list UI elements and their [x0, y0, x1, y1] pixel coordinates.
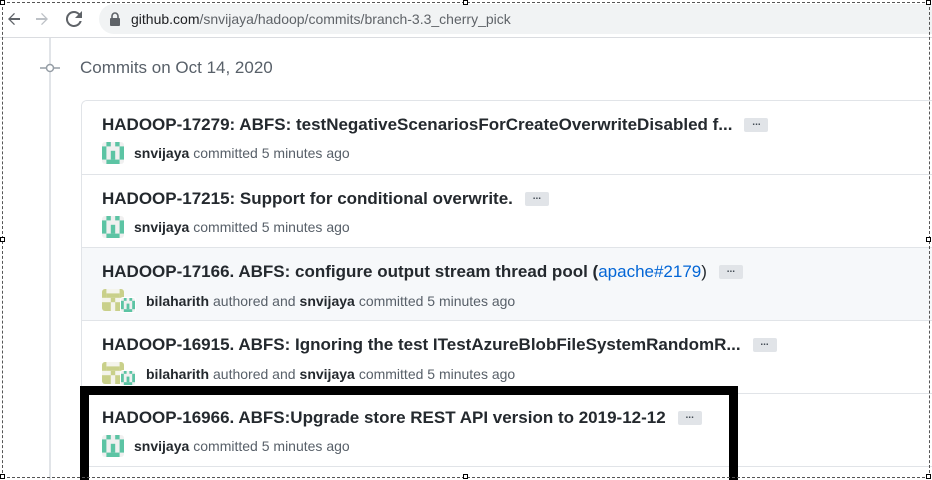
back-arrow-icon[interactable]	[4, 9, 24, 29]
commit-message-link[interactable]: HADOOP-17166. ABFS: configure output str…	[102, 262, 598, 282]
expand-description-button[interactable]: ...	[718, 265, 743, 279]
forward-arrow-icon[interactable]	[32, 9, 52, 29]
author-link[interactable]: bilaharith	[146, 293, 209, 309]
commit-message: HADOOP-17279: ABFS: testNegativeScenario…	[102, 115, 769, 135]
expand-description-button[interactable]: ...	[677, 411, 702, 425]
commit-message-link[interactable]: HADOOP-16966. ABFS:Upgrade store REST AP…	[102, 408, 666, 428]
resize-handle[interactable]	[0, 474, 5, 479]
resize-handle[interactable]	[926, 0, 931, 5]
url-host: github.com	[131, 11, 200, 27]
resize-handle[interactable]	[463, 474, 468, 479]
commit-meta: snvijaya committed 5 minutes ago	[102, 216, 354, 238]
resize-handle[interactable]	[926, 474, 931, 479]
commit-meta: snvijaya committed 5 minutes ago	[102, 435, 354, 457]
commit-item: HADOOP-17215: Support for conditional ov…	[82, 174, 932, 247]
commit-item: HADOOP-17166. ABFS: configure output str…	[82, 247, 932, 320]
commit-message: HADOOP-16966. ABFS:Upgrade store REST AP…	[102, 408, 702, 428]
commit-time: committed 5 minutes ago	[358, 293, 516, 309]
avatar[interactable]	[102, 216, 124, 238]
committer-link[interactable]: snvijaya	[300, 293, 355, 309]
avatar[interactable]	[102, 142, 124, 164]
commit-list: HADOOP-17279: ABFS: testNegativeScenario…	[81, 100, 932, 467]
avatar-stack	[102, 289, 136, 313]
expand-description-button[interactable]: ...	[524, 192, 549, 206]
address-bar[interactable]: github.com/snvijaya/hadoop/commits/branc…	[99, 4, 932, 34]
commit-message-link[interactable]: HADOOP-17215: Support for conditional ov…	[102, 189, 513, 209]
avatar[interactable]	[120, 297, 136, 313]
browser-toolbar: github.com/snvijaya/hadoop/commits/branc…	[0, 0, 932, 38]
commit-time: committed 5 minutes ago	[193, 438, 350, 454]
commit-time: committed 5 minutes ago	[193, 219, 350, 235]
commit-meta: snvijaya committed 5 minutes ago	[102, 142, 354, 164]
author-link[interactable]: bilaharith	[146, 366, 209, 382]
avatar[interactable]	[102, 435, 124, 457]
commit-message-link[interactable]: HADOOP-16915. ABFS: Ignoring the test IT…	[102, 335, 741, 355]
commit-message-end: )	[701, 262, 707, 281]
url-text[interactable]: github.com/snvijaya/hadoop/commits/branc…	[131, 11, 511, 27]
reload-icon[interactable]	[64, 9, 84, 29]
commit-message-link[interactable]: HADOOP-17279: ABFS: testNegativeScenario…	[102, 115, 732, 135]
avatar-stack	[102, 362, 136, 386]
commit-time: committed 5 minutes ago	[193, 145, 350, 161]
committer-link[interactable]: snvijaya	[300, 366, 355, 382]
resize-handle[interactable]	[0, 0, 5, 5]
commit-node-icon	[40, 61, 60, 75]
resize-handle[interactable]	[463, 0, 468, 5]
expand-description-button[interactable]: ...	[744, 118, 769, 132]
commit-time: committed 5 minutes ago	[358, 366, 516, 382]
commits-date-heading: Commits on Oct 14, 2020	[80, 58, 273, 77]
url-path: /snvijaya/hadoop/commits/branch-3.3_cher…	[199, 11, 511, 27]
commit-item: HADOOP-16966. ABFS:Upgrade store REST AP…	[82, 393, 932, 466]
pull-request-link[interactable]: apache#2179	[598, 262, 701, 282]
authored-and-text: authored and	[213, 366, 296, 382]
timeline-line	[49, 38, 51, 480]
commit-message: HADOOP-16915. ABFS: Ignoring the test IT…	[102, 335, 777, 355]
commit-meta: bilaharith authored and snvijaya committ…	[102, 362, 519, 386]
lock-icon	[109, 12, 123, 26]
commit-item: HADOOP-17279: ABFS: testNegativeScenario…	[82, 101, 932, 174]
author-link[interactable]: snvijaya	[134, 438, 189, 454]
commit-item: HADOOP-16915. ABFS: Ignoring the test IT…	[82, 320, 932, 393]
commit-meta: bilaharith authored and snvijaya committ…	[102, 289, 519, 313]
commit-message: HADOOP-17215: Support for conditional ov…	[102, 189, 549, 209]
resize-handle[interactable]	[0, 237, 5, 242]
author-link[interactable]: snvijaya	[134, 145, 189, 161]
authored-and-text: authored and	[213, 293, 296, 309]
commit-message: HADOOP-17166. ABFS: configure output str…	[102, 262, 743, 282]
avatar[interactable]	[120, 370, 136, 386]
author-link[interactable]: snvijaya	[134, 219, 189, 235]
resize-handle[interactable]	[926, 237, 931, 242]
expand-description-button[interactable]: ...	[752, 338, 777, 352]
